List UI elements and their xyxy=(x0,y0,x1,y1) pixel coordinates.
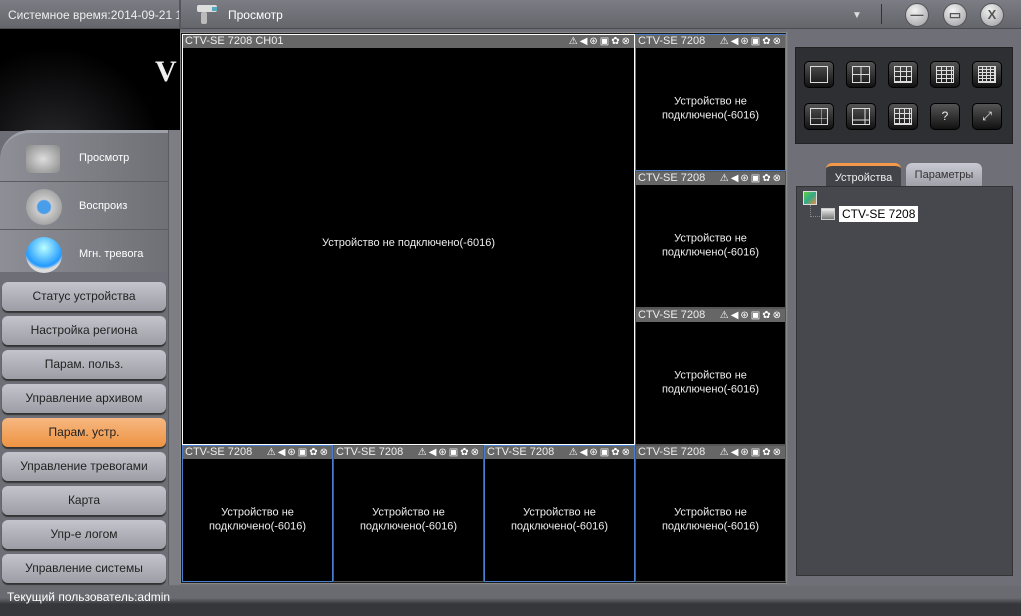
tile-toolbar-icons[interactable]: ⚠◀⊛▣✿⊗ xyxy=(567,35,632,48)
tile-status: Устройство не подключено(-6016) xyxy=(661,95,760,122)
system-time: Системное время:2014-09-21 17: xyxy=(8,8,180,22)
tile-title: CTV-SE 7208 xyxy=(487,446,555,458)
logo-banner: V xyxy=(0,29,180,131)
current-user: Текущий пользователь:admin xyxy=(7,590,171,604)
tile-status: Устройство не подключено(-6016) xyxy=(661,232,760,259)
nav-view[interactable]: Просмотр xyxy=(0,135,168,182)
tile-toolbar-icons[interactable]: ⚠◀⊛▣✿⊗ xyxy=(718,172,783,185)
tile-status: Устройство не подключено(-6016) xyxy=(208,506,307,533)
menu-log[interactable]: Упр-е логом xyxy=(2,520,166,549)
divider xyxy=(881,4,882,24)
main-nav: Просмотр Воспроиз Мгн. тревога xyxy=(0,130,168,273)
layout-13-button[interactable] xyxy=(888,103,918,130)
menu-region[interactable]: Настройка региона xyxy=(2,316,166,345)
video-grid: CTV-SE 7208 CH01 ⚠◀⊛▣✿⊗ Устройство не под… xyxy=(180,32,787,584)
layout-6-button[interactable] xyxy=(804,103,834,130)
nav-alarm[interactable]: Мгн. тревога xyxy=(0,231,168,278)
video-tile[interactable]: CTV-SE 7208 ⚠◀⊛▣✿⊗ Устройство не подключе… xyxy=(635,445,786,582)
settings-menu: Статус устройства Настройка региона Пара… xyxy=(0,282,168,587)
logo: V xyxy=(155,55,177,88)
maximize-button[interactable]: ▭ xyxy=(943,3,967,27)
playback-icon xyxy=(26,189,62,225)
tile-toolbar-icons[interactable]: ⚠◀⊛▣✿⊗ xyxy=(718,35,783,48)
nav-playback[interactable]: Воспроиз xyxy=(0,183,168,230)
tile-title: CTV-SE 7208 CH01 xyxy=(185,35,284,47)
menu-archive[interactable]: Управление архивом xyxy=(2,384,166,413)
tile-title: CTV-SE 7208 xyxy=(638,309,706,321)
dropdown-arrow-icon[interactable]: ▼ xyxy=(852,10,862,21)
menu-system[interactable]: Управление системы xyxy=(2,554,166,583)
layout-16-button[interactable] xyxy=(930,61,960,88)
fullscreen-button[interactable]: ⤢ xyxy=(972,103,1002,130)
nav-label: Мгн. тревога xyxy=(79,248,144,260)
tile-toolbar-icons[interactable]: ⚠◀⊛▣✿⊗ xyxy=(718,446,783,459)
video-tile-main[interactable]: CTV-SE 7208 CH01 ⚠◀⊛▣✿⊗ Устройство не под… xyxy=(182,34,635,445)
menu-map[interactable]: Карта xyxy=(2,486,166,515)
video-tile[interactable]: CTV-SE 7208 ⚠◀⊛▣✿⊗ Устройство не подключе… xyxy=(635,34,786,171)
nav-label: Просмотр xyxy=(79,152,130,164)
tile-toolbar-icons[interactable]: ⚠◀⊛▣✿⊗ xyxy=(265,446,330,459)
tile-status: Устройство не подключено(-6016) xyxy=(510,506,609,533)
layout-25-button[interactable] xyxy=(972,61,1002,88)
tile-status: Устройство не подключено(-6016) xyxy=(322,236,495,249)
layout-4-button[interactable] xyxy=(846,61,876,88)
tile-toolbar-icons[interactable]: ⚠◀⊛▣✿⊗ xyxy=(416,446,481,459)
layout-8-button[interactable] xyxy=(846,103,876,130)
video-tile[interactable]: CTV-SE 7208 ⚠◀⊛▣✿⊗ Устройство не подключе… xyxy=(333,445,484,582)
device-tree: CTV-SE 7208 xyxy=(796,186,1013,576)
tile-title: CTV-SE 7208 xyxy=(638,172,706,184)
tile-toolbar-icons[interactable]: ⚠◀⊛▣✿⊗ xyxy=(718,309,783,322)
help-button[interactable]: ? xyxy=(930,103,960,130)
monitor-icon xyxy=(821,208,835,220)
tab-parameters[interactable]: Параметры xyxy=(906,163,982,186)
tree-device-item[interactable]: CTV-SE 7208 xyxy=(839,206,919,222)
nav-label: Воспроиз xyxy=(79,200,128,212)
tile-toolbar-icons[interactable]: ⚠◀⊛▣✿⊗ xyxy=(567,446,632,459)
menu-user-params[interactable]: Парам. польз. xyxy=(2,350,166,379)
tile-status: Устройство не подключено(-6016) xyxy=(359,506,458,533)
video-tile[interactable]: CTV-SE 7208 ⚠◀⊛▣✿⊗ Устройство не подключе… xyxy=(635,171,786,308)
menu-device-status[interactable]: Статус устройства xyxy=(2,282,166,311)
tile-header: CTV-SE 7208 CH01 ⚠◀⊛▣✿⊗ xyxy=(183,35,634,48)
menu-alarms[interactable]: Управление тревогами xyxy=(2,452,166,481)
menu-device-params[interactable]: Парам. устр. xyxy=(2,418,166,447)
tile-title: CTV-SE 7208 xyxy=(638,35,706,47)
camera-icon xyxy=(26,145,60,173)
camera-icon xyxy=(197,5,217,24)
tab-devices[interactable]: Устройства xyxy=(826,163,901,186)
close-button[interactable]: X xyxy=(980,3,1004,27)
tile-title: CTV-SE 7208 xyxy=(185,446,253,458)
map-root-icon[interactable] xyxy=(803,191,817,205)
status-bar: Текущий пользователь:admin xyxy=(0,586,1021,616)
tile-status: Устройство не подключено(-6016) xyxy=(661,369,760,396)
tile-title: CTV-SE 7208 xyxy=(638,446,706,458)
tile-status: Устройство не подключено(-6016) xyxy=(661,506,760,533)
layout-1-button[interactable] xyxy=(804,61,834,88)
nav-strip xyxy=(168,130,180,585)
video-tile[interactable]: CTV-SE 7208 ⚠◀⊛▣✿⊗ Устройство не подключе… xyxy=(635,308,786,445)
minimize-button[interactable]: — xyxy=(905,3,929,27)
tree-connector xyxy=(810,205,820,217)
video-tile[interactable]: CTV-SE 7208 ⚠◀⊛▣✿⊗ Устройство не подключе… xyxy=(182,445,333,582)
page-title: Просмотр xyxy=(228,8,283,22)
layout-selector: ? ⤢ xyxy=(795,47,1013,144)
video-tile[interactable]: CTV-SE 7208 ⚠◀⊛▣✿⊗ Устройство не подключе… xyxy=(484,445,635,582)
tile-title: CTV-SE 7208 xyxy=(336,446,404,458)
layout-9-button[interactable] xyxy=(888,61,918,88)
divider xyxy=(179,0,181,29)
alarm-icon xyxy=(26,237,62,273)
